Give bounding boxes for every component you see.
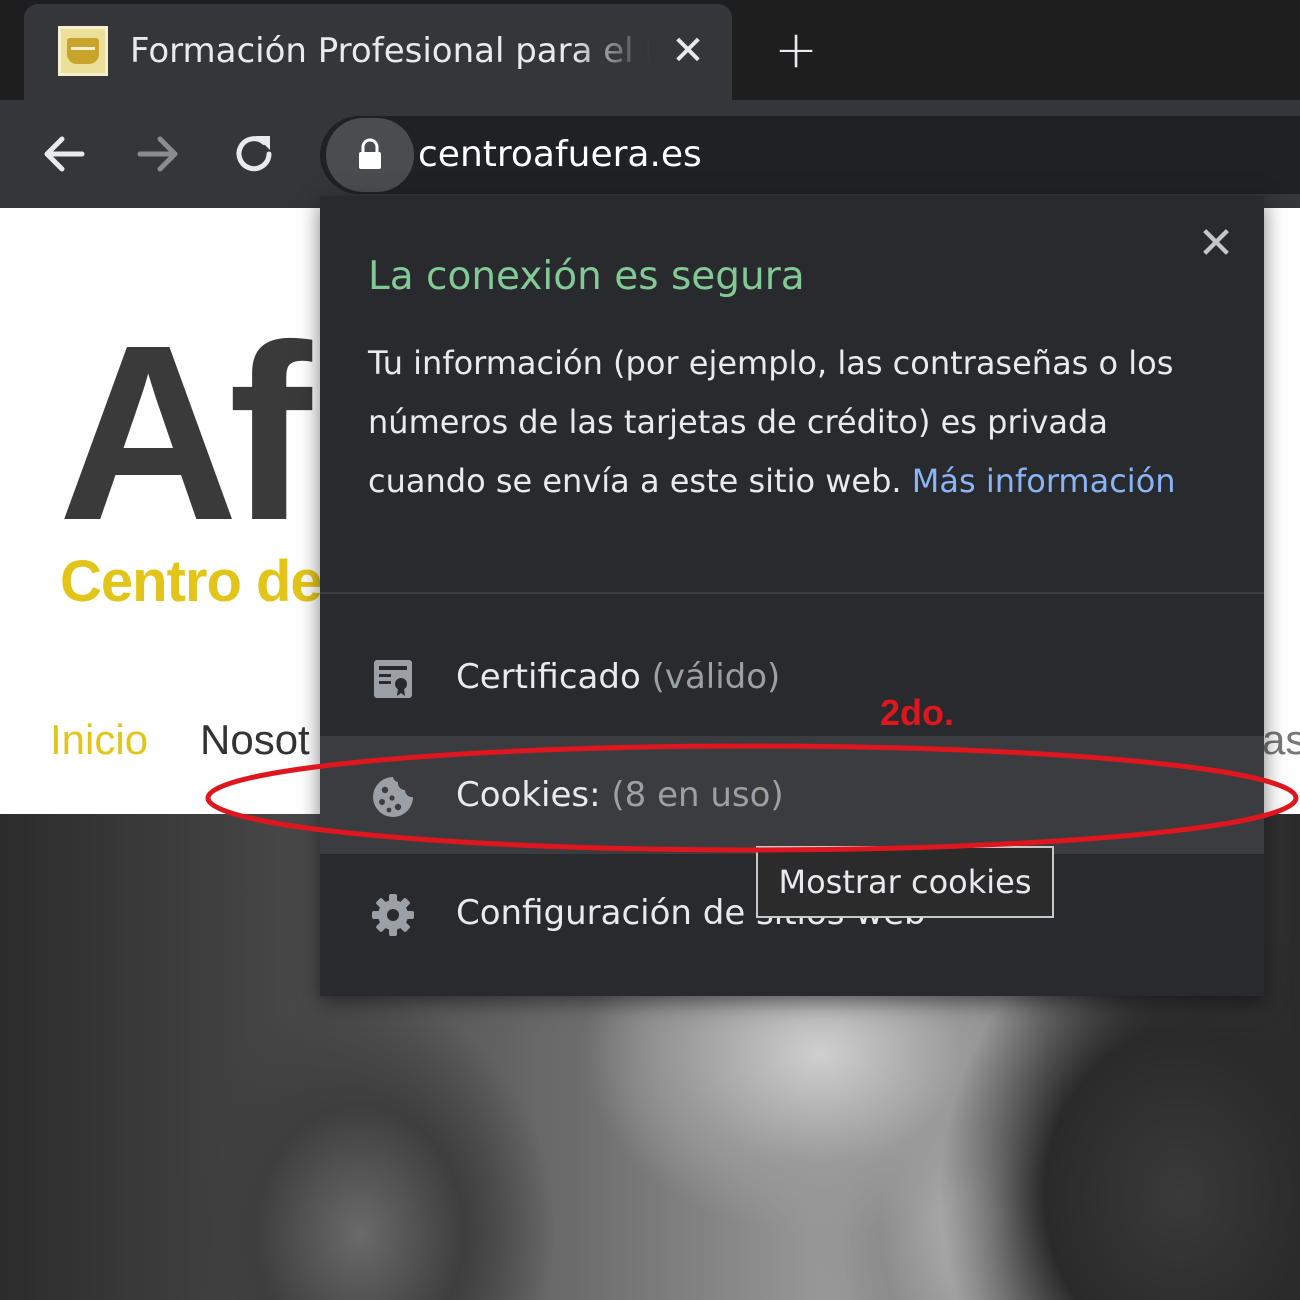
reload-icon bbox=[236, 136, 272, 172]
cookies-label: Cookies: (8 en uso) bbox=[456, 736, 784, 854]
browser-tab[interactable]: Formación Profesional para el Em ✕ bbox=[24, 4, 732, 104]
shield-favicon-icon bbox=[58, 26, 108, 76]
arrow-left-icon bbox=[44, 136, 85, 172]
tab-strip: Formación Profesional para el Em ✕ + bbox=[0, 0, 1300, 104]
more-info-link[interactable]: Más información bbox=[912, 462, 1176, 500]
lock-icon bbox=[359, 138, 381, 169]
gear-icon bbox=[370, 892, 416, 938]
address-bar[interactable]: centroafuera.es bbox=[320, 116, 1300, 194]
show-cookies-tooltip: Mostrar cookies bbox=[756, 846, 1054, 918]
certificate-label-text: Certificado bbox=[456, 657, 641, 697]
nav-link-nosotros[interactable]: Nosot bbox=[200, 716, 310, 764]
site-logo-subtitle: Centro de bbox=[60, 549, 323, 614]
reload-button[interactable] bbox=[224, 124, 284, 184]
nav-link-inicio[interactable]: Inicio bbox=[50, 716, 148, 764]
nav-link-partial[interactable]: as bbox=[1262, 716, 1300, 764]
new-tab-button[interactable]: + bbox=[768, 22, 824, 78]
cookies-label-text: Cookies: bbox=[456, 775, 601, 815]
tab-close-icon[interactable]: ✕ bbox=[664, 26, 712, 76]
certificate-label: Certificado (válido) bbox=[456, 618, 780, 736]
site-info-button[interactable] bbox=[326, 118, 414, 192]
connection-description: Tu información (por ejemplo, las contras… bbox=[368, 334, 1228, 511]
divider bbox=[320, 592, 1264, 594]
connection-secure-title: La conexión es segura bbox=[368, 254, 805, 299]
cookies-row[interactable]: Cookies: (8 en uso) bbox=[320, 736, 1264, 854]
certificate-row[interactable]: Certificado (válido) bbox=[320, 618, 1264, 736]
back-button[interactable] bbox=[34, 124, 94, 184]
site-logo[interactable]: Af bbox=[58, 308, 312, 558]
tab-title: Formación Profesional para el Em bbox=[130, 31, 650, 71]
certificate-icon bbox=[370, 656, 416, 702]
cookies-count: (8 en uso) bbox=[611, 775, 784, 815]
browser-toolbar: centroafuera.es bbox=[0, 100, 1300, 208]
close-icon[interactable]: ✕ bbox=[1192, 220, 1240, 268]
forward-button[interactable] bbox=[128, 124, 188, 184]
cookie-icon bbox=[370, 774, 416, 820]
url-text[interactable]: centroafuera.es bbox=[418, 116, 702, 194]
certificate-status: (válido) bbox=[651, 657, 781, 697]
step-annotation-label: 2do. bbox=[880, 692, 955, 733]
arrow-right-icon bbox=[137, 136, 178, 172]
